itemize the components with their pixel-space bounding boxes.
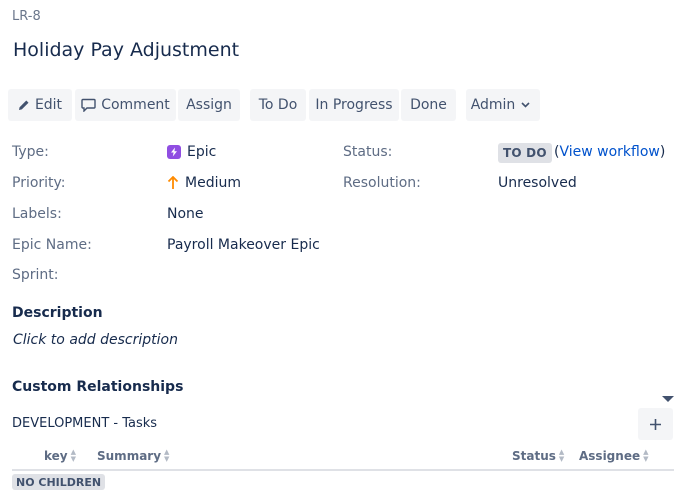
view-workflow: (View workflow)	[554, 144, 666, 160]
resolution-value: Unresolved	[498, 175, 577, 191]
assign-button[interactable]: Assign	[178, 89, 240, 121]
edit-button[interactable]: Edit	[8, 89, 72, 121]
issue-title[interactable]: Holiday Pay Adjustment	[13, 39, 239, 61]
admin-dropdown-button[interactable]: Admin	[466, 89, 540, 121]
resolution-label: Resolution:	[343, 175, 421, 191]
labels-label: Labels:	[12, 206, 62, 222]
priority-value-text: Medium	[185, 175, 241, 191]
priority-label: Priority:	[12, 175, 66, 191]
todo-button-label: To Do	[258, 97, 298, 113]
development-tasks-title: DEVELOPMENT - Tasks	[12, 416, 158, 431]
comment-button[interactable]: Comment	[75, 89, 176, 121]
sort-icon: ▲ ▼	[558, 448, 565, 463]
pencil-icon	[18, 100, 29, 110]
in-progress-button-label: In Progress	[315, 97, 393, 113]
status-badge: TO DO	[498, 143, 552, 163]
type-value[interactable]: Epic	[167, 144, 216, 160]
column-header-status[interactable]: Status ▲ ▼	[512, 448, 565, 464]
column-header-assignee[interactable]: Assignee ▲ ▼	[579, 448, 649, 464]
admin-button-label: Admin	[470, 97, 516, 113]
comment-button-label: Comment	[101, 97, 170, 113]
custom-relationships-heading: Custom Relationships	[12, 379, 184, 395]
add-child-button[interactable]	[638, 408, 673, 440]
lightning-icon	[167, 145, 181, 159]
view-workflow-link[interactable]: View workflow	[559, 144, 659, 160]
arrow-up-icon	[167, 176, 179, 190]
epic-name-label: Epic Name:	[12, 237, 92, 253]
speech-bubble-icon	[81, 98, 96, 112]
done-button-label: Done	[410, 97, 447, 113]
sprint-label: Sprint:	[12, 267, 59, 283]
no-children-badge: NO CHILDREN	[12, 474, 106, 490]
edit-button-label: Edit	[34, 97, 63, 113]
column-header-key[interactable]: key ▲ ▼	[44, 448, 77, 464]
sort-icon: ▲ ▼	[643, 448, 649, 463]
sort-icon: ▲ ▼	[70, 448, 77, 463]
type-label: Type:	[12, 144, 49, 160]
plus-icon	[650, 418, 661, 430]
in-progress-button[interactable]: In Progress	[309, 89, 399, 121]
sort-icon: ▲ ▼	[164, 448, 170, 463]
status-label: Status:	[343, 144, 393, 160]
assign-button-label: Assign	[186, 97, 232, 113]
description-heading: Description	[12, 305, 103, 321]
collapse-toggle-icon[interactable]	[662, 396, 674, 402]
epic-name-value[interactable]: Payroll Makeover Epic	[167, 237, 320, 253]
done-button[interactable]: Done	[401, 89, 456, 121]
todo-button[interactable]: To Do	[250, 89, 306, 121]
chevron-down-icon	[521, 102, 530, 108]
column-header-summary[interactable]: Summary ▲ ▼	[97, 448, 170, 464]
issue-key[interactable]: LR-8	[12, 9, 41, 24]
table-header-divider	[12, 469, 674, 471]
type-value-text: Epic	[187, 144, 217, 160]
description-placeholder[interactable]: Click to add description	[13, 332, 178, 348]
labels-value[interactable]: None	[167, 206, 204, 222]
priority-value[interactable]: Medium	[167, 175, 241, 191]
